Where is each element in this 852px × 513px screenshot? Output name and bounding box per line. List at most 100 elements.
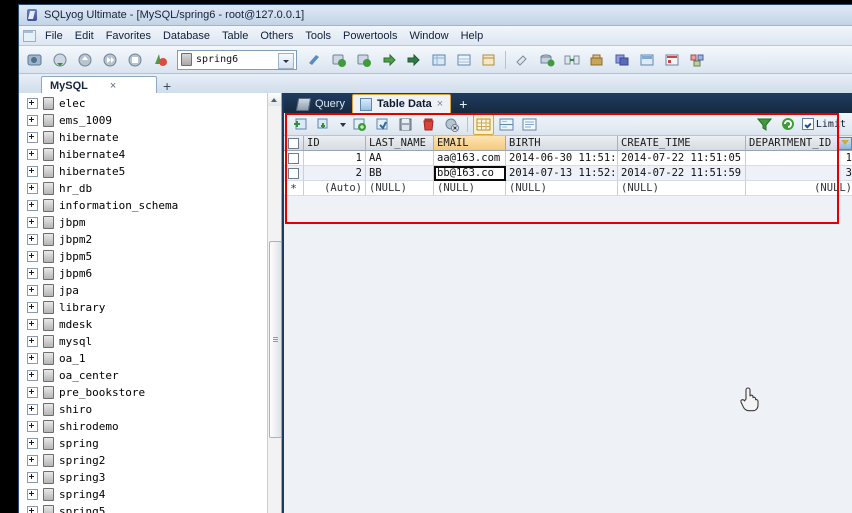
save-query-icon[interactable] [327, 48, 351, 72]
save-changes-icon[interactable] [395, 114, 416, 135]
checkbox-checked-icon[interactable] [801, 118, 814, 130]
column-header-create_time[interactable]: CREATE_TIME [618, 136, 746, 151]
duplicate-row-icon[interactable] [313, 114, 334, 135]
expand-icon[interactable] [27, 472, 38, 483]
column-header-department_id[interactable]: DEPARTMENT_ID [746, 136, 852, 151]
tree-node-shiro[interactable]: shiro [19, 401, 267, 418]
menu-help[interactable]: Help [455, 29, 490, 43]
stop-icon[interactable] [123, 48, 147, 72]
cell-department_id[interactable]: 1 [746, 151, 852, 166]
backup-icon[interactable] [535, 48, 559, 72]
tree-node-jbpm[interactable]: jbpm [19, 214, 267, 231]
expand-icon[interactable] [27, 183, 38, 194]
cell-email[interactable]: aa@163.com [434, 151, 506, 166]
expand-icon[interactable] [27, 166, 38, 177]
cell-email[interactable]: bb@163.co [434, 166, 506, 181]
expand-icon[interactable] [27, 438, 38, 449]
expand-icon[interactable] [27, 455, 38, 466]
expand-icon[interactable] [27, 336, 38, 347]
migration-icon[interactable] [610, 48, 634, 72]
close-icon[interactable]: × [437, 98, 443, 110]
cell-id[interactable]: (Auto) [304, 181, 366, 196]
grid-view-icon[interactable] [452, 48, 476, 72]
query-builder-icon[interactable] [510, 48, 534, 72]
sql-formatter-icon[interactable] [148, 48, 172, 72]
cell-birth[interactable]: 2014-06-30 11:51:02 [506, 151, 618, 166]
menu-powertools[interactable]: Powertools [337, 29, 403, 43]
column-header-last_name[interactable]: LAST_NAME [366, 136, 434, 151]
cell-email[interactable]: (NULL) [434, 181, 506, 196]
database-selector[interactable]: spring6 [177, 49, 297, 70]
menu-others[interactable]: Others [254, 29, 299, 43]
tree-node-spring5[interactable]: spring5 [19, 503, 267, 513]
cell-department_id[interactable]: (NULL) [746, 181, 852, 196]
column-header-email[interactable]: EMAIL [434, 136, 506, 151]
discard-changes-icon[interactable] [441, 114, 462, 135]
expand-icon[interactable] [27, 506, 38, 513]
tree-node-jpa[interactable]: jpa [19, 282, 267, 299]
new-row-marker-cell[interactable]: * [284, 181, 304, 196]
expand-icon[interactable] [27, 268, 38, 279]
calendar-icon[interactable] [660, 48, 684, 72]
tree-node-shirodemo[interactable]: shirodemo [19, 418, 267, 435]
expand-icon[interactable] [27, 353, 38, 364]
menu-table[interactable]: Table [216, 29, 254, 43]
cell-create_time[interactable]: (NULL) [618, 181, 746, 196]
checkbox-icon[interactable] [288, 137, 299, 149]
table-row[interactable]: 1 AA aa@163.com 2014-06-30 11:51:02 2014-07-… [284, 151, 852, 166]
checkbox-icon[interactable] [288, 167, 299, 179]
html-report-icon[interactable] [635, 48, 659, 72]
cell-id[interactable]: 2 [304, 166, 366, 181]
filter-funnel-icon[interactable] [754, 114, 775, 135]
text-view-icon[interactable] [519, 114, 540, 135]
checkbox-icon[interactable] [288, 152, 299, 164]
tree-node-ems-1009[interactable]: ems_1009 [19, 112, 267, 129]
tree-node-spring4[interactable]: spring4 [19, 486, 267, 503]
tree-node-elec[interactable]: elec [19, 95, 267, 112]
tree-node-information-schema[interactable]: information_schema [19, 197, 267, 214]
tree-node-hibernate4[interactable]: hibernate4 [19, 146, 267, 163]
user-manager-icon[interactable] [685, 48, 709, 72]
cell-last_name[interactable]: BB [366, 166, 434, 181]
tree-node-jbpm5[interactable]: jbpm5 [19, 248, 267, 265]
expand-icon[interactable] [27, 387, 38, 398]
expand-icon[interactable] [27, 251, 38, 262]
tab-table-data[interactable]: Table Data × [351, 94, 452, 113]
expand-icon[interactable] [27, 98, 38, 109]
expand-icon[interactable] [27, 217, 38, 228]
column-filter-icon[interactable] [837, 136, 852, 150]
menu-file[interactable]: File [39, 29, 69, 43]
close-icon[interactable]: × [110, 80, 116, 92]
cell-create_time[interactable]: 2014-07-22 11:51:59 [618, 166, 746, 181]
column-header-id[interactable]: ID [304, 136, 366, 151]
grid-view-icon[interactable] [473, 113, 494, 135]
row-checkbox-cell[interactable] [284, 151, 304, 166]
menu-window[interactable]: Window [403, 29, 454, 43]
cell-id[interactable]: 1 [304, 151, 366, 166]
tree-node-hr-db[interactable]: hr_db [19, 180, 267, 197]
scroll-up-arrow-icon[interactable] [268, 93, 281, 106]
delete-row-icon[interactable] [418, 114, 439, 135]
import-icon[interactable] [377, 48, 401, 72]
sidebar-scrollbar[interactable] [267, 93, 281, 513]
cell-birth[interactable]: (NULL) [506, 181, 618, 196]
menu-favorites[interactable]: Favorites [100, 29, 157, 43]
expand-icon[interactable] [27, 421, 38, 432]
tree-node-spring[interactable]: spring [19, 435, 267, 452]
expand-icon[interactable] [27, 319, 38, 330]
tree-node-mysql[interactable]: mysql [19, 333, 267, 350]
export-icon[interactable] [402, 48, 426, 72]
tree-node-oa-1[interactable]: oa_1 [19, 350, 267, 367]
menu-database[interactable]: Database [157, 29, 216, 43]
execute-all-icon[interactable] [98, 48, 122, 72]
chevron-down-icon[interactable] [336, 114, 347, 135]
schema-designer-icon[interactable] [477, 48, 501, 72]
cell-last_name[interactable]: (NULL) [366, 181, 434, 196]
tree-node-jbpm6[interactable]: jbpm6 [19, 265, 267, 282]
menu-tools[interactable]: Tools [299, 29, 337, 43]
cell-department_id[interactable]: 3 [746, 166, 852, 181]
tree-node-pre-bookstore[interactable]: pre_bookstore [19, 384, 267, 401]
expand-icon[interactable] [27, 285, 38, 296]
tree-node-library[interactable]: library [19, 299, 267, 316]
row-checkbox-cell[interactable] [284, 166, 304, 181]
